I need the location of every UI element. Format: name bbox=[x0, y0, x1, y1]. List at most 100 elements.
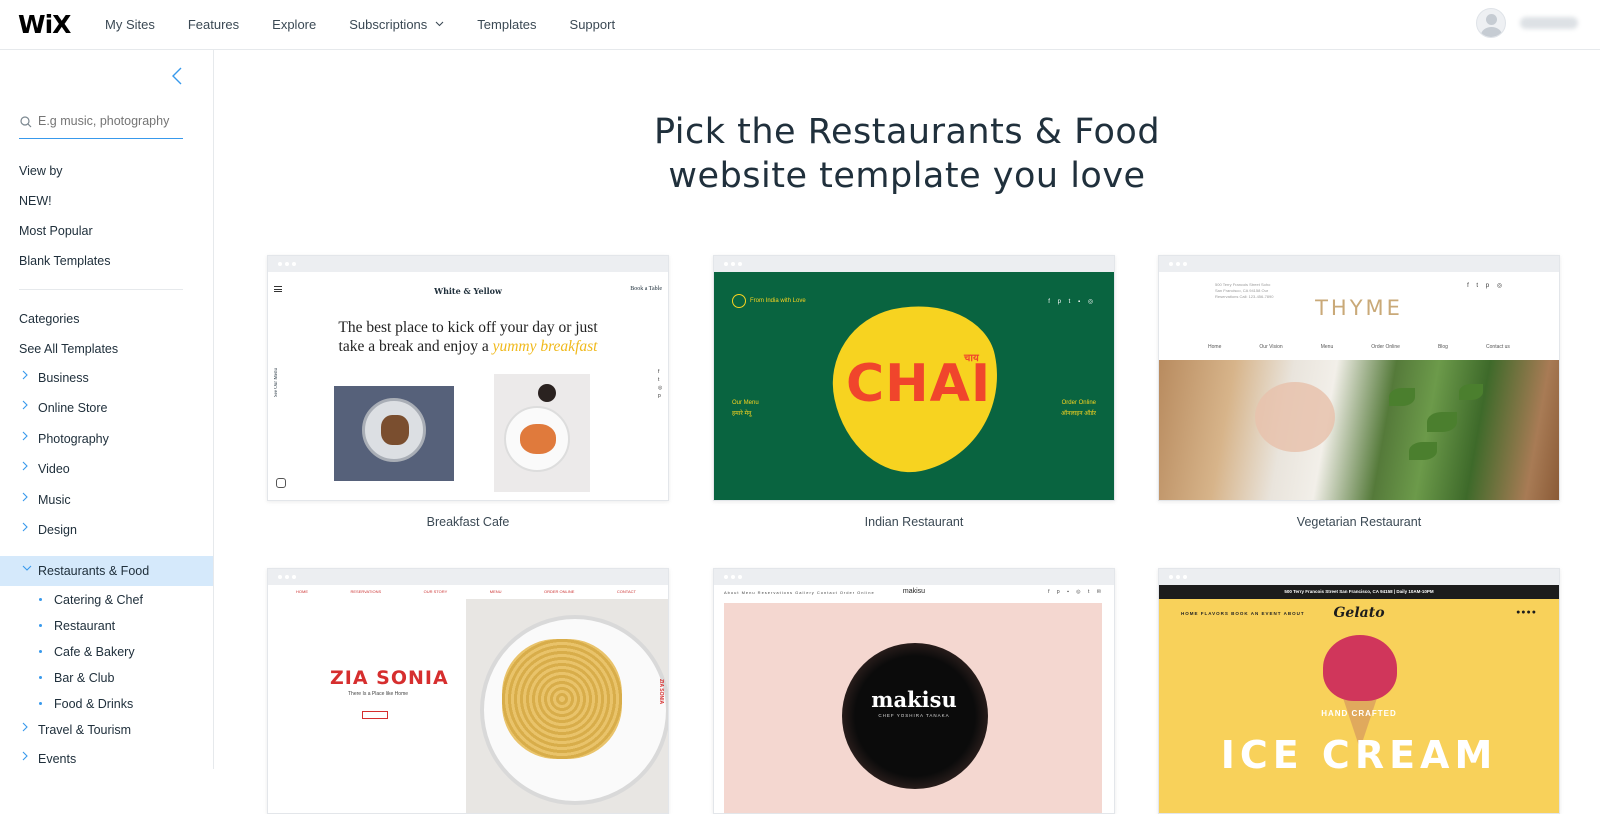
browser-chrome bbox=[1159, 569, 1559, 585]
subcategory-food-drinks[interactable]: Food & Drinks bbox=[0, 691, 213, 717]
chevron-right-icon bbox=[22, 492, 28, 505]
main-nav: My Sites Features Explore Subscriptions … bbox=[105, 17, 648, 32]
category-business[interactable]: Business bbox=[0, 363, 213, 393]
category-label: Travel & Tourism bbox=[38, 723, 132, 737]
view-most-popular[interactable]: Most Popular bbox=[19, 224, 93, 238]
chevron-right-icon bbox=[22, 461, 28, 474]
page-title-line-2: website template you love bbox=[668, 156, 1146, 196]
preview-book-link: Book a Table bbox=[630, 286, 662, 292]
nav-my-sites[interactable]: My Sites bbox=[105, 17, 155, 32]
template-card-vegetarian-restaurant[interactable]: 500 Terry Francois Street Soho San Franc… bbox=[1158, 255, 1560, 529]
preview-nav: Home Our Vision Menu Order Online Blog C… bbox=[1208, 344, 1510, 350]
subcategory-label: Cafe & Bakery bbox=[54, 645, 135, 659]
template-card-makisu[interactable]: About Menu Reservations Gallery Contact … bbox=[713, 568, 1115, 814]
leaf-shape bbox=[1427, 412, 1457, 432]
subcategory-restaurant[interactable]: Restaurant bbox=[0, 613, 213, 639]
chevron-right-icon bbox=[22, 751, 28, 764]
template-preview[interactable]: 500 Terry Francois Street Soho San Franc… bbox=[1158, 255, 1560, 501]
template-caption: Vegetarian Restaurant bbox=[1296, 515, 1422, 529]
page-title-line-1: Pick the Restaurants & Food bbox=[653, 112, 1161, 152]
subcategory-catering-chef[interactable]: Catering & Chef bbox=[0, 587, 213, 613]
plate-image bbox=[362, 398, 426, 462]
template-preview[interactable]: 500 Terry Francois Street San Francisco,… bbox=[1158, 568, 1560, 814]
preview-tagline: The best place to kick off your day or j… bbox=[338, 319, 598, 355]
bullet-icon bbox=[39, 676, 42, 679]
user-avatar-icon[interactable] bbox=[1476, 8, 1506, 38]
chevron-right-icon bbox=[22, 370, 28, 383]
hand-shape bbox=[1255, 382, 1335, 452]
chevron-down-icon bbox=[435, 19, 444, 30]
category-sidebar: View by NEW! Most Popular Blank Template… bbox=[0, 50, 214, 769]
preview-brand-name: THYME bbox=[1315, 296, 1403, 320]
bullet-icon bbox=[39, 624, 42, 627]
template-caption: Breakfast Cafe bbox=[426, 515, 510, 529]
template-card-gelato[interactable]: 500 Terry Francois Street San Francisco,… bbox=[1158, 568, 1560, 814]
user-name-blurred[interactable] bbox=[1520, 17, 1578, 29]
browser-chrome bbox=[268, 256, 668, 272]
bullet-icon bbox=[39, 702, 42, 705]
salad-photo bbox=[1159, 360, 1559, 500]
nav-subscriptions-label: Subscriptions bbox=[349, 17, 428, 32]
category-video[interactable]: Video bbox=[0, 454, 213, 484]
nav-templates[interactable]: Templates bbox=[477, 17, 536, 32]
category-online-store[interactable]: Online Store bbox=[0, 393, 213, 423]
search-icon bbox=[20, 116, 32, 128]
nav-explore[interactable]: Explore bbox=[272, 17, 316, 32]
template-caption: Indian Restaurant bbox=[864, 515, 964, 529]
category-photography[interactable]: Photography bbox=[0, 424, 213, 454]
category-music[interactable]: Music bbox=[0, 485, 213, 515]
search-input[interactable] bbox=[38, 114, 181, 128]
template-search[interactable] bbox=[19, 112, 183, 139]
category-label: Events bbox=[38, 752, 77, 766]
category-label: Music bbox=[38, 493, 71, 507]
category-restaurants-food[interactable]: Restaurants & Food bbox=[0, 556, 213, 586]
preview-logo: Gelato bbox=[1333, 605, 1385, 621]
preview-menu-link: Our Menu bbox=[732, 400, 759, 406]
preview-order-link: Order Online bbox=[1061, 400, 1096, 406]
category-events[interactable]: Events bbox=[0, 744, 213, 774]
preview-menu-hindi: हमारे मेनू bbox=[732, 411, 752, 417]
top-navigation-bar: WiX My Sites Features Explore Subscripti… bbox=[0, 0, 1600, 50]
chevron-left-icon[interactable] bbox=[172, 67, 182, 91]
category-label: Business bbox=[38, 371, 89, 385]
category-design[interactable]: Design bbox=[0, 515, 213, 545]
preview-nav: HOME RESERVATIONS OUR STORY MENU ORDER O… bbox=[296, 589, 636, 594]
browser-chrome bbox=[714, 256, 1114, 272]
category-travel-tourism[interactable]: Travel & Tourism bbox=[0, 715, 213, 745]
browser-chrome bbox=[714, 569, 1114, 585]
social-icons: f p ▪ ◎ t ✉ bbox=[1048, 589, 1104, 595]
view-new[interactable]: NEW! bbox=[19, 194, 52, 208]
template-card-indian-restaurant[interactable]: From India with Love f p t ▪ ◎ CHAI चाय … bbox=[713, 255, 1115, 529]
chevron-down-icon bbox=[22, 562, 32, 574]
subcategory-label: Catering & Chef bbox=[54, 593, 143, 607]
menu-circle-icon bbox=[732, 294, 746, 308]
social-icons: f t p ◎ bbox=[1467, 283, 1505, 289]
preview-vertical-text: ZIA SONIA bbox=[658, 679, 664, 705]
preview-order-hindi: ऑनलाइन ऑर्डर bbox=[1061, 411, 1096, 417]
instagram-icon bbox=[276, 478, 286, 488]
view-blank-templates[interactable]: Blank Templates bbox=[19, 254, 111, 268]
subcategory-label: Restaurant bbox=[54, 619, 116, 633]
nav-subscriptions[interactable]: Subscriptions bbox=[349, 17, 444, 32]
browser-chrome bbox=[1159, 256, 1559, 272]
wix-logo[interactable]: WiX bbox=[18, 10, 71, 39]
template-thumbnail: 500 Terry Francois Street Soho San Franc… bbox=[1159, 272, 1559, 500]
template-card-zia-sonia[interactable]: HOME RESERVATIONS OUR STORY MENU ORDER O… bbox=[267, 568, 669, 814]
leaf-shape bbox=[1389, 388, 1415, 406]
template-preview[interactable]: White & Yellow Book a Table The best pla… bbox=[267, 255, 669, 501]
see-all-templates[interactable]: See All Templates bbox=[19, 342, 118, 356]
view-by-label: View by bbox=[19, 164, 63, 178]
chevron-right-icon bbox=[22, 522, 28, 535]
template-preview[interactable]: From India with Love f p t ▪ ◎ CHAI चाय … bbox=[713, 255, 1115, 501]
subcategory-cafe-bakery[interactable]: Cafe & Bakery bbox=[0, 639, 213, 665]
nav-features[interactable]: Features bbox=[188, 17, 239, 32]
category-label: Video bbox=[38, 462, 70, 476]
preview-brand-word: makisu bbox=[871, 687, 957, 712]
template-card-breakfast-cafe[interactable]: White & Yellow Book a Table The best pla… bbox=[267, 255, 669, 529]
preview-menu-button bbox=[362, 711, 388, 719]
template-thumbnail: From India with Love f p t ▪ ◎ CHAI चाय … bbox=[714, 272, 1114, 500]
nav-support[interactable]: Support bbox=[570, 17, 616, 32]
template-preview[interactable]: HOME RESERVATIONS OUR STORY MENU ORDER O… bbox=[267, 568, 669, 814]
subcategory-bar-club[interactable]: Bar & Club bbox=[0, 665, 213, 691]
template-preview[interactable]: About Menu Reservations Gallery Contact … bbox=[713, 568, 1115, 814]
